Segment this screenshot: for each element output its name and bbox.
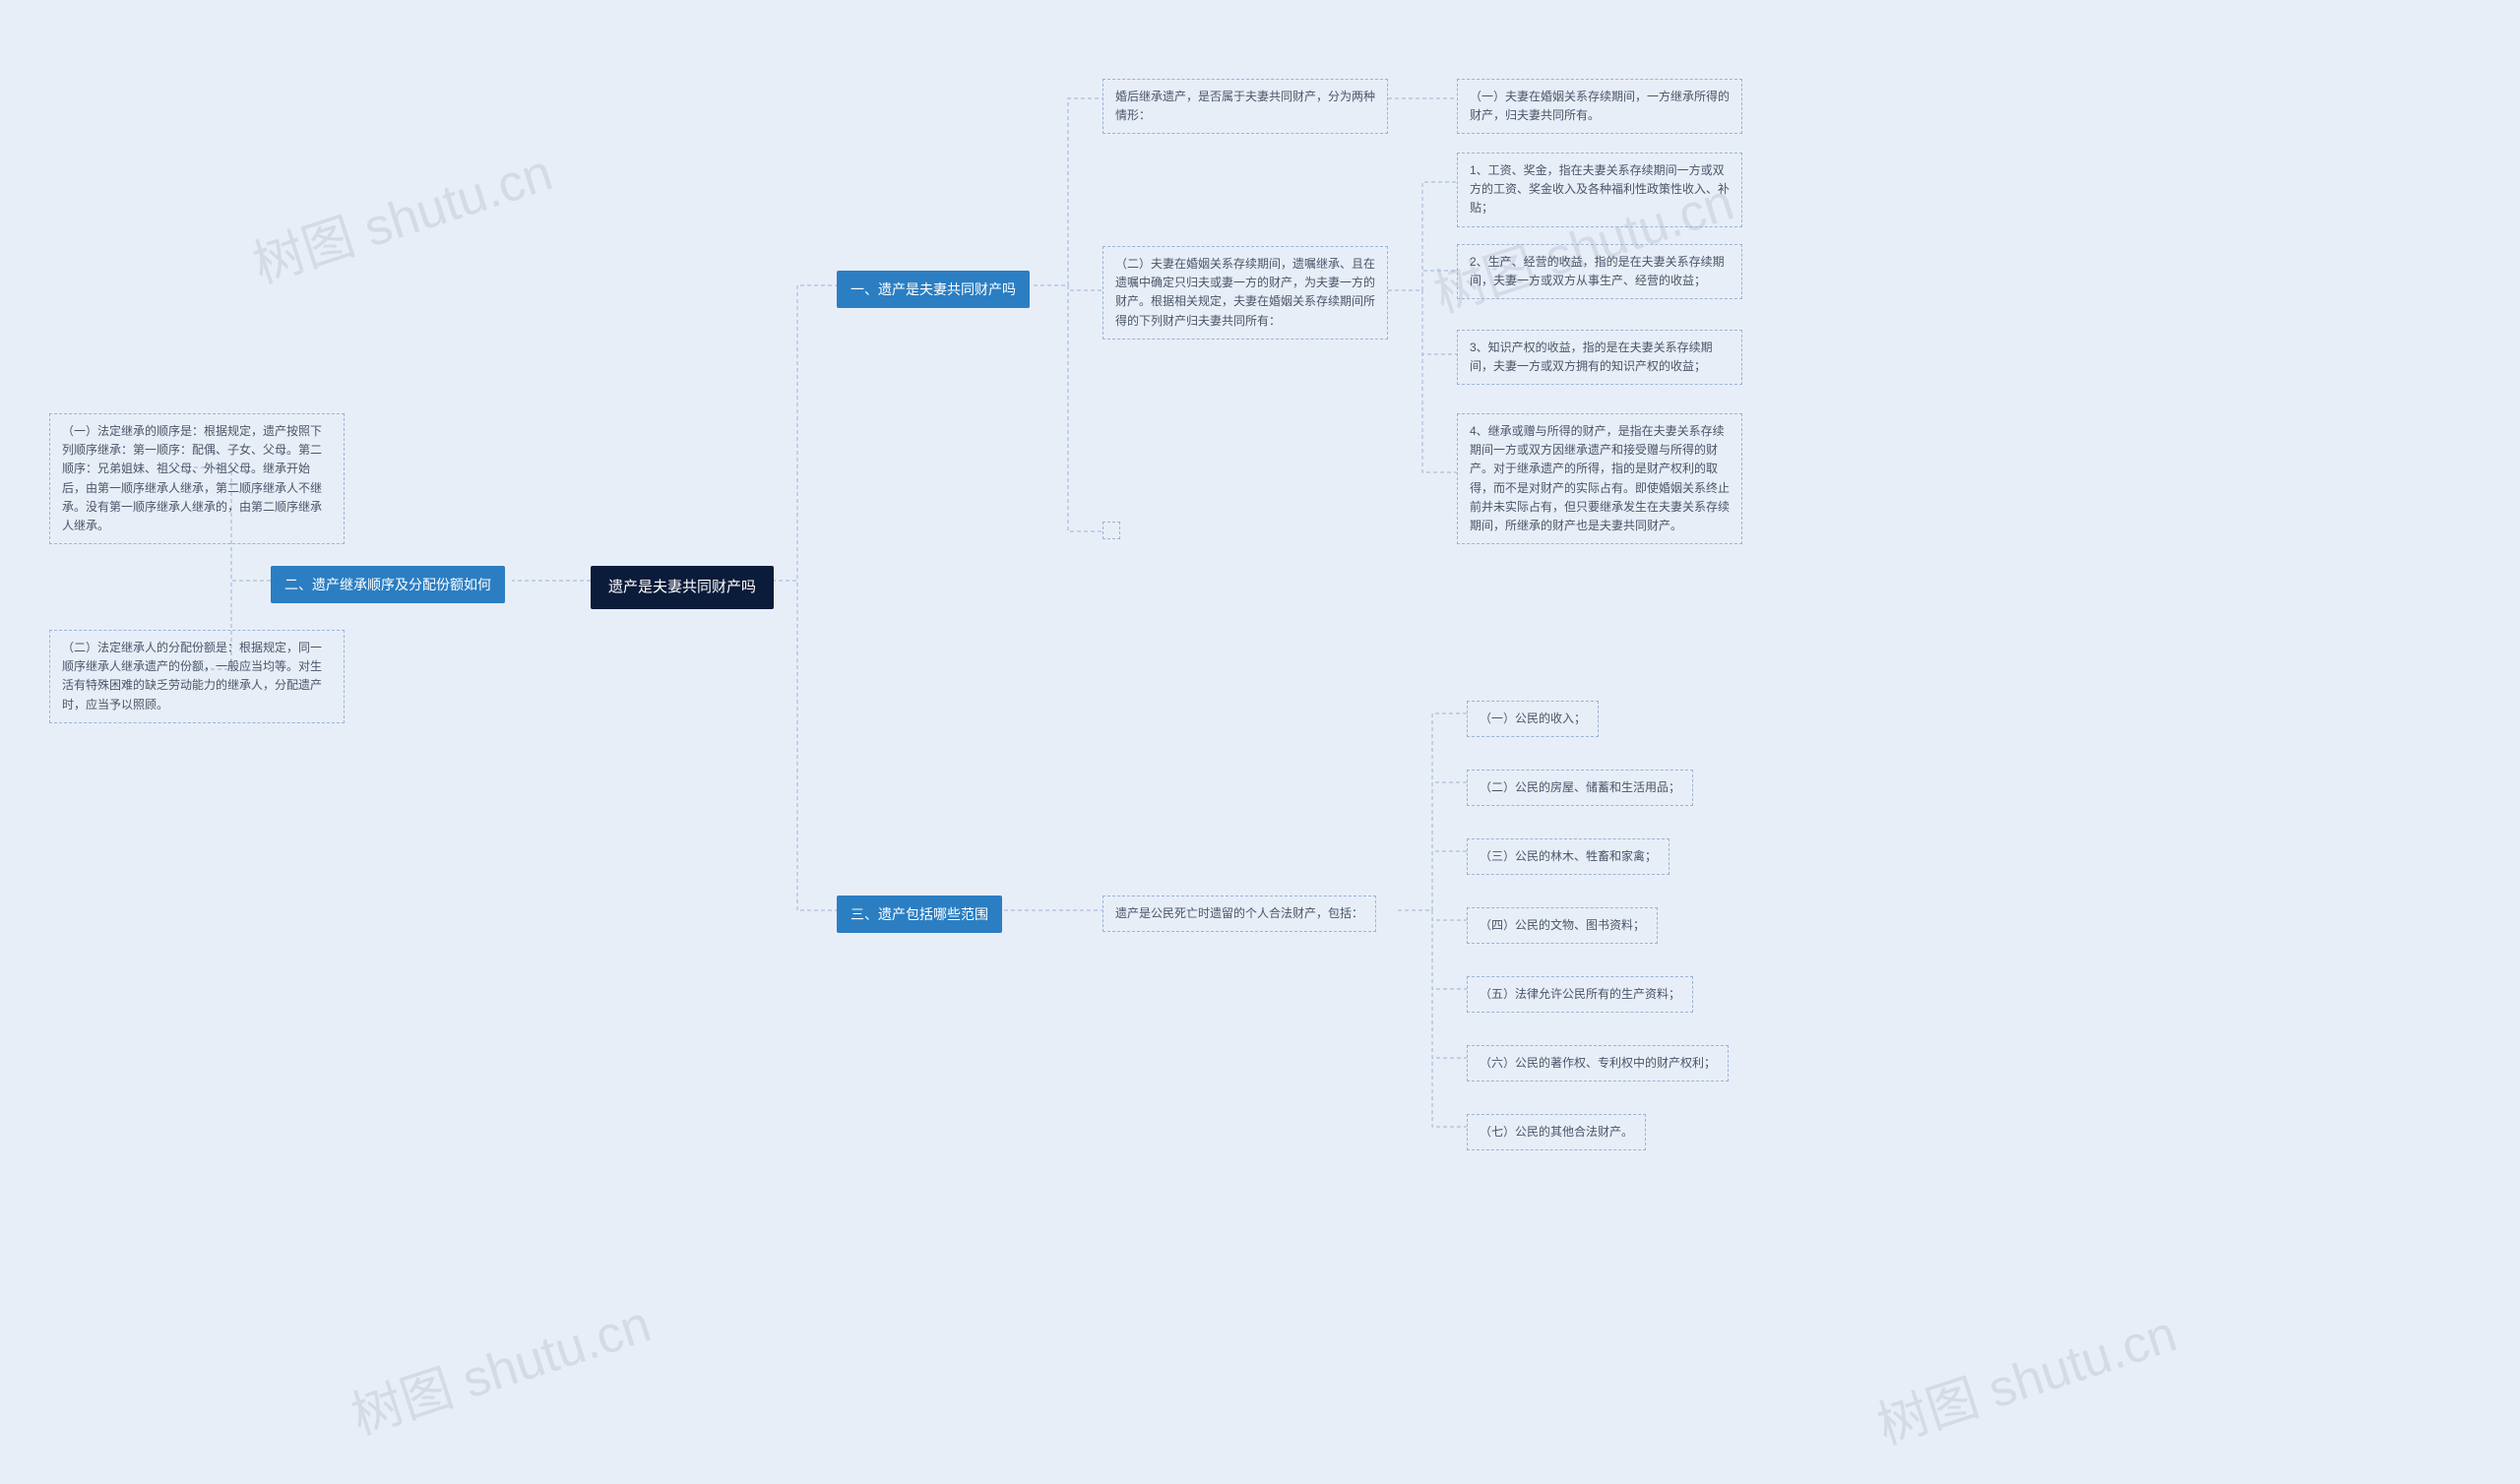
b3-item-5[interactable]: （五）法律允许公民所有的生产资料； [1467,976,1693,1013]
b1-intro[interactable]: 婚后继承遗产，是否属于夫妻共同财产，分为两种情形： [1102,79,1388,134]
b1-case-1[interactable]: （一）夫妻在婚姻关系存续期间，一方继承所得的财产，归夫妻共同所有。 [1457,79,1742,134]
b1-empty-leaf [1102,522,1120,539]
b1-item-1[interactable]: 1、工资、奖金，指在夫妻关系存续期间一方或双方的工资、奖金收入及各种福利性政策性… [1457,153,1742,227]
b3-item-6[interactable]: （六）公民的著作权、专利权中的财产权利； [1467,1045,1729,1082]
b2-order[interactable]: （一）法定继承的顺序是：根据规定，遗产按照下列顺序继承：第一顺序：配偶、子女、父… [49,413,345,544]
b3-item-7[interactable]: （七）公民的其他合法财产。 [1467,1114,1646,1150]
watermark-3: 树图 shutu.cn [341,1282,659,1449]
connector-lines [0,0,2520,1484]
b2-share[interactable]: （二）法定继承人的分配份额是：根据规定，同一顺序继承人继承遗产的份额，一般应当均… [49,630,345,723]
b1-item-2[interactable]: 2、生产、经营的收益，指的是在夫妻关系存续期间，夫妻一方或双方从事生产、经营的收… [1457,244,1742,299]
b1-item-4[interactable]: 4、继承或赠与所得的财产，是指在夫妻关系存续期间一方或双方因继承遗产和接受赠与所… [1457,413,1742,544]
watermark-1: 树图 shutu.cn [242,131,560,297]
b1-item-3[interactable]: 3、知识产权的收益，指的是在夫妻关系存续期间，夫妻一方或双方拥有的知识产权的收益… [1457,330,1742,385]
watermark-4: 树图 shutu.cn [1866,1292,2184,1458]
branch-1[interactable]: 一、遗产是夫妻共同财产吗 [837,271,1030,308]
branch-2[interactable]: 二、遗产继承顺序及分配份额如何 [271,566,505,603]
b3-intro[interactable]: 遗产是公民死亡时遗留的个人合法财产，包括： [1102,896,1376,932]
b3-item-2[interactable]: （二）公民的房屋、储蓄和生活用品； [1467,770,1693,806]
root-node[interactable]: 遗产是夫妻共同财产吗 [591,566,774,609]
b3-item-3[interactable]: （三）公民的林木、牲畜和家禽； [1467,838,1670,875]
b3-item-4[interactable]: （四）公民的文物、图书资料； [1467,907,1658,944]
b1-case-2[interactable]: （二）夫妻在婚姻关系存续期间，遗嘱继承、且在遗嘱中确定只归夫或妻一方的财产，为夫… [1102,246,1388,340]
branch-3[interactable]: 三、遗产包括哪些范围 [837,896,1002,933]
b3-item-1[interactable]: （一）公民的收入； [1467,701,1599,737]
